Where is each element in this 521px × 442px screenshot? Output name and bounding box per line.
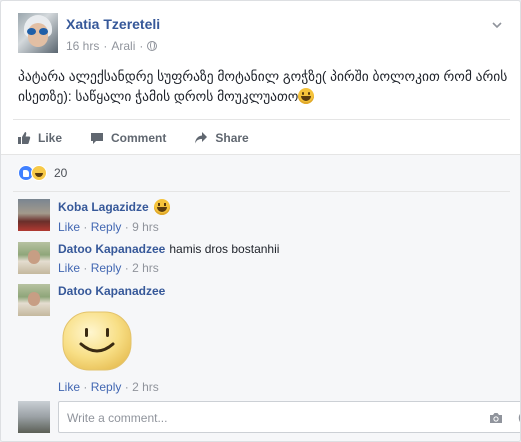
comment-time[interactable]: 2 hrs: [132, 380, 159, 394]
share-button[interactable]: Share: [194, 130, 249, 145]
divider: [13, 191, 510, 192]
meta-separator: ·: [103, 39, 108, 53]
like-button[interactable]: Like: [17, 131, 62, 145]
current-user-avatar: [18, 401, 50, 433]
comment-button[interactable]: Comment: [90, 131, 166, 145]
commenter-avatar[interactable]: [18, 242, 50, 274]
post-text: პატარა ალექსანდრე სუფრაზე მოტანილ გოჭზე(…: [18, 67, 508, 107]
comment-meta: Like · Reply · 2 hrs: [58, 261, 498, 275]
grinning-face-emoji-icon: [154, 199, 171, 215]
haha-reaction-icon: [31, 165, 47, 181]
camera-icon[interactable]: [488, 410, 504, 426]
post-meta: 16 hrs · Arali ·: [66, 39, 158, 53]
meta-dot: ·: [124, 380, 129, 394]
comment-meta: Like · Reply · 2 hrs: [58, 380, 159, 394]
author-avatar[interactable]: [18, 13, 58, 53]
grinning-face-emoji-icon: [298, 88, 315, 104]
post-time[interactable]: 16 hrs: [66, 39, 99, 53]
comment-label: Comment: [111, 130, 167, 145]
comment-time[interactable]: 2 hrs: [132, 261, 159, 275]
post-header: Xatia Tzereteli 16 hrs · Arali ·: [18, 13, 498, 57]
smiley-sticker[interactable]: [61, 310, 133, 372]
post-actions: Like Comment Share: [13, 119, 510, 151]
comment-input-placeholder: Write a comment...: [67, 411, 168, 425]
globe-icon[interactable]: [147, 41, 158, 51]
meta-dot: ·: [124, 261, 129, 275]
post-author-name[interactable]: Xatia Tzereteli: [66, 16, 160, 32]
post-card: Xatia Tzereteli 16 hrs · Arali · პატარა …: [0, 0, 521, 442]
reaction-count[interactable]: 20: [54, 166, 67, 180]
comment-bubble-icon: [91, 132, 104, 144]
meta-dot: ·: [83, 220, 88, 234]
share-arrow-icon: [195, 131, 208, 143]
comment-reply-link[interactable]: Reply: [91, 261, 122, 275]
commenter-avatar[interactable]: [18, 284, 50, 316]
comment-item: Datoo Kapanadzee Like · Reply · 2 hrs: [18, 284, 508, 394]
post-location[interactable]: Arali: [111, 39, 135, 53]
comment-text: hamis dros bostanhii: [169, 242, 280, 256]
share-label: Share: [215, 130, 249, 145]
meta-dot: ·: [124, 220, 129, 234]
reactions-summary[interactable]: 20: [18, 164, 67, 182]
comment-author[interactable]: Datoo Kapanadzee: [58, 284, 165, 298]
comment-composer: Write a comment...: [18, 401, 520, 433]
meta-dot: ·: [83, 380, 88, 394]
comment-like-link[interactable]: Like: [58, 220, 80, 234]
post-body: პატარა ალექსანდრე სუფრაზე მოტანილ გოჭზე(…: [18, 69, 508, 104]
comment-meta: Like · Reply · 9 hrs: [58, 220, 498, 234]
comment-author[interactable]: Datoo Kapanadzee: [58, 242, 165, 256]
comment-like-link[interactable]: Like: [58, 380, 80, 394]
thumbs-up-icon: [18, 131, 31, 144]
comment-time[interactable]: 9 hrs: [132, 220, 159, 234]
meta-dot: ·: [83, 261, 88, 275]
comment-author[interactable]: Koba Lagazidze: [58, 200, 149, 214]
comment-reply-link[interactable]: Reply: [91, 380, 122, 394]
chevron-down-icon[interactable]: [491, 19, 503, 31]
comment-like-link[interactable]: Like: [58, 261, 80, 275]
comments-section: 20 Koba Lagazidze Like · Reply · 9 hrs D…: [1, 154, 520, 441]
like-label: Like: [38, 130, 63, 145]
commenter-avatar[interactable]: [18, 199, 50, 231]
meta-separator: ·: [139, 39, 144, 53]
comment-input[interactable]: Write a comment...: [58, 401, 520, 433]
comment-reply-link[interactable]: Reply: [91, 220, 122, 234]
